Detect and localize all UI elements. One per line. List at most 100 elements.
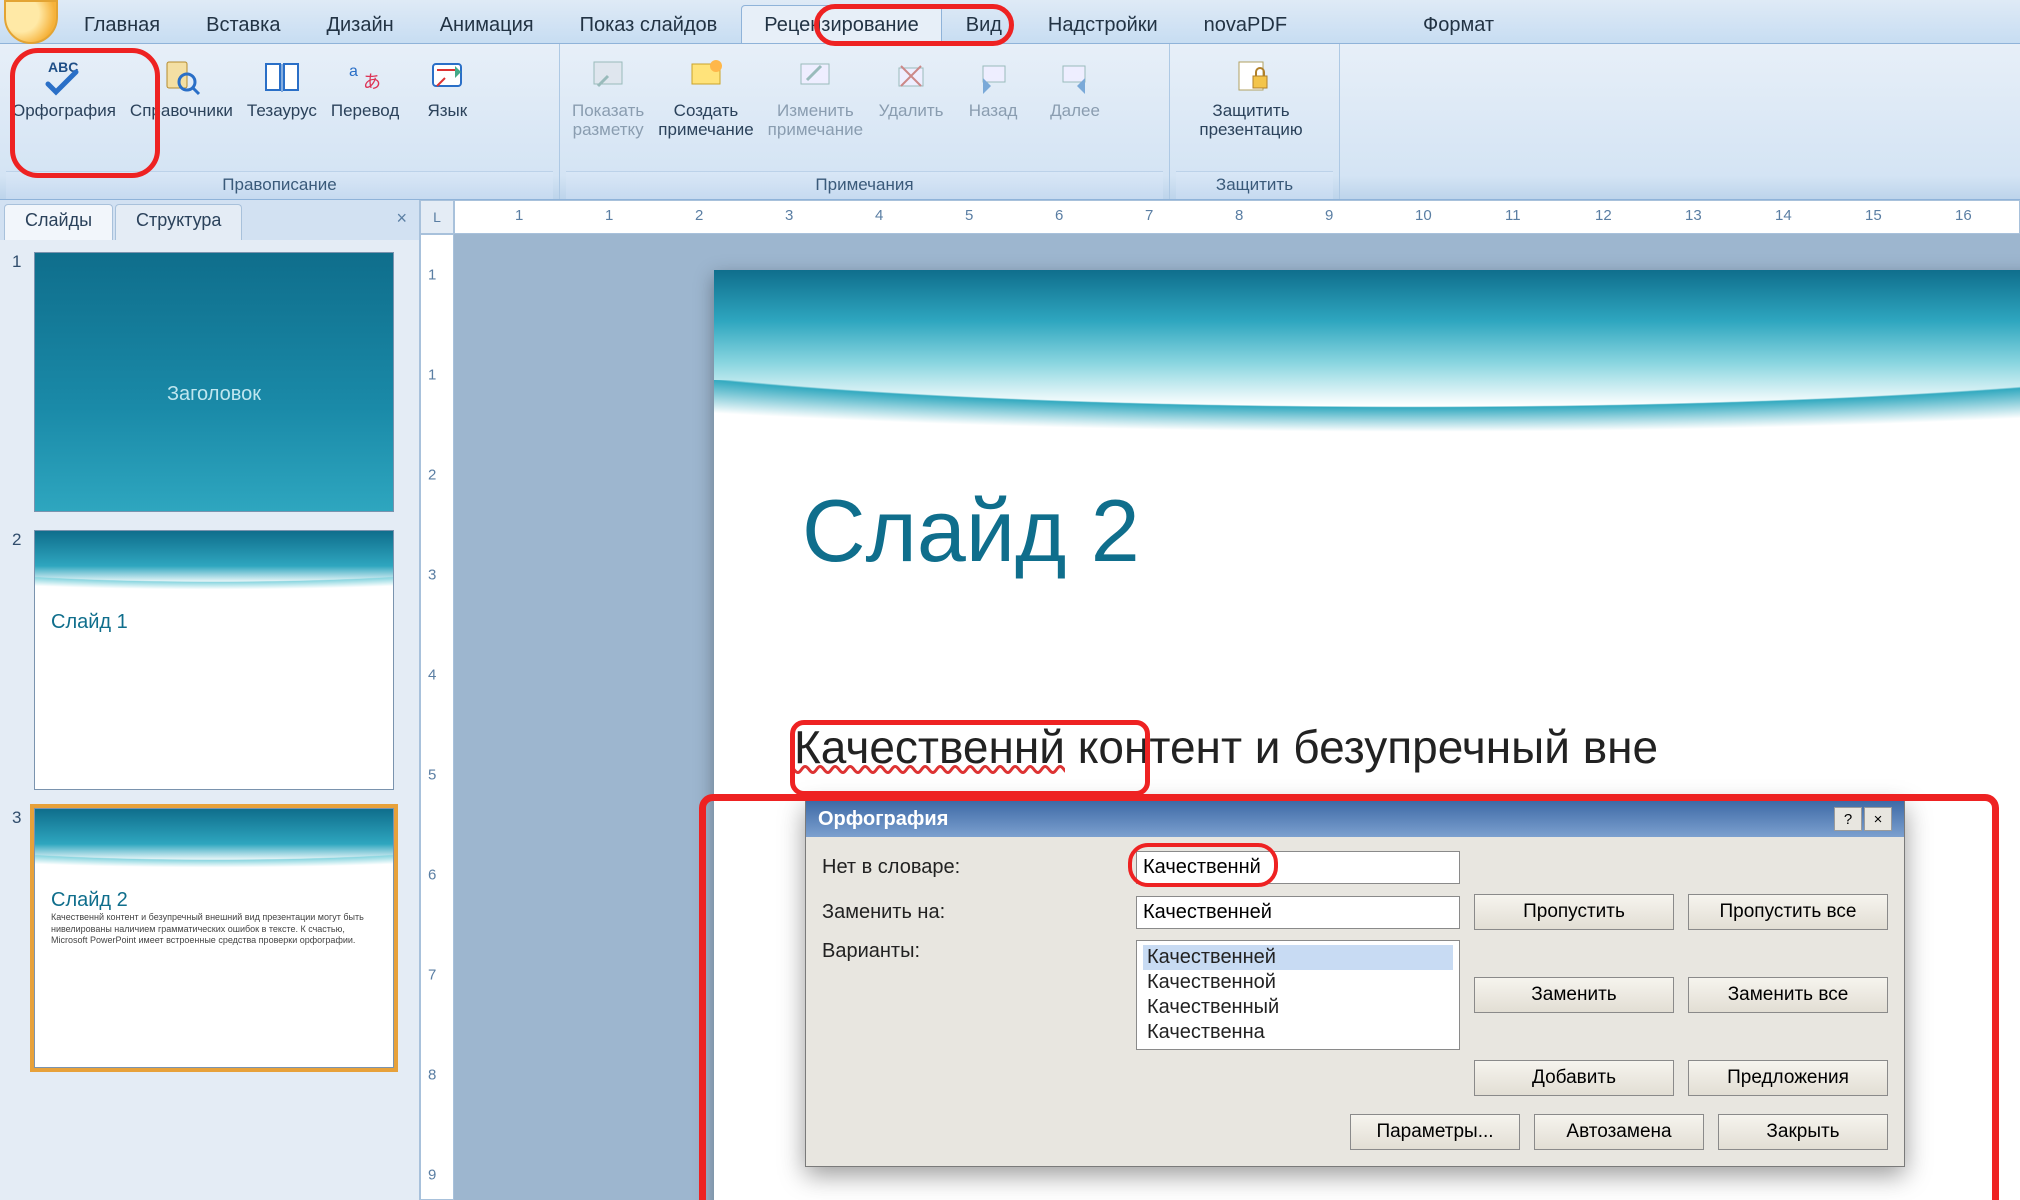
- suggestion-item[interactable]: Качественный: [1143, 995, 1453, 1020]
- dialog-titlebar[interactable]: Орфография ? ×: [806, 801, 1904, 837]
- thesaurus-label: Тезаурус: [247, 102, 317, 121]
- thumb-body: Качественнй контент и безупречный внешни…: [51, 912, 377, 947]
- ribbon-group-protect: Защитить презентацию Защитить: [1170, 44, 1340, 199]
- dialog-title: Орфография: [818, 808, 948, 831]
- svg-text:あ: あ: [363, 72, 381, 92]
- ribbon-tabbar: Главная Вставка Дизайн Анимация Показ сл…: [0, 0, 2020, 44]
- slide-thumbnail[interactable]: Слайд 1: [34, 530, 394, 790]
- thumb-number: 3: [12, 808, 21, 828]
- thumb-number: 1: [12, 252, 21, 272]
- thumb-title: Заголовок: [35, 323, 393, 416]
- slide-thumbnail[interactable]: Слайд 2 Качественнй контент и безупречны…: [34, 808, 394, 1068]
- slide-title[interactable]: Слайд 2: [802, 480, 1140, 582]
- ignore-all-button[interactable]: Пропустить все: [1688, 894, 1888, 930]
- autocorrect-button[interactable]: Автозамена: [1534, 1114, 1704, 1150]
- suggestion-item[interactable]: Качественна: [1143, 1020, 1453, 1045]
- thumb-number: 2: [12, 530, 21, 550]
- tab-home[interactable]: Главная: [62, 6, 182, 43]
- not-in-dict-label: Нет в словаре:: [822, 856, 1122, 879]
- slide-body-text[interactable]: Качественнй контент и безупречный вне: [794, 720, 2020, 774]
- prev-label: Назад: [969, 102, 1018, 121]
- add-button[interactable]: Добавить: [1474, 1060, 1674, 1096]
- thumb-title: Слайд 2 Качественнй контент и безупречны…: [35, 879, 393, 957]
- tab-addins[interactable]: Надстройки: [1026, 6, 1180, 43]
- edit-comment-button[interactable]: Изменить примечание: [762, 50, 869, 141]
- new-comment-button[interactable]: Создать примечание: [652, 50, 759, 141]
- close-button[interactable]: Закрыть: [1718, 1114, 1888, 1150]
- pane-tabs: Слайды Структура ×: [0, 200, 419, 240]
- protect-label: Защитить презентацию: [1199, 102, 1302, 139]
- tab-design[interactable]: Дизайн: [304, 6, 415, 43]
- suggest-button[interactable]: Предложения: [1688, 1060, 1888, 1096]
- pane-tab-outline[interactable]: Структура: [115, 204, 242, 240]
- show-markup-button[interactable]: Показать разметку: [566, 50, 650, 141]
- ribbon-group-comments: Показать разметку Создать примечание Изм…: [560, 44, 1170, 199]
- pane-close-icon[interactable]: ×: [388, 204, 415, 240]
- suggestion-item[interactable]: Качественней: [1143, 945, 1453, 970]
- prev-comment-button[interactable]: Назад: [953, 50, 1033, 141]
- tab-format[interactable]: Формат: [1401, 6, 1516, 43]
- new-comment-icon: [682, 54, 730, 98]
- tab-view[interactable]: Вид: [944, 6, 1024, 43]
- research-icon: [157, 54, 205, 98]
- suggestions-listbox[interactable]: КачественнейКачественнойКачественныйКаче…: [1136, 940, 1460, 1050]
- ruler-corner[interactable]: L: [420, 200, 454, 234]
- thumb-title: Слайд 1: [35, 601, 393, 644]
- dialog-help-icon[interactable]: ?: [1834, 807, 1862, 831]
- edit-comment-icon: [791, 54, 839, 98]
- thumbnails[interactable]: 1 Заголовок 2 Слайд 1 3 Слайд 2 Качестве…: [0, 240, 419, 1200]
- group-proofing-label: Правописание: [6, 171, 553, 199]
- spelling-button[interactable]: ABC Орфография: [6, 50, 122, 123]
- slide-thumbnail[interactable]: Заголовок: [34, 252, 394, 512]
- slide-body-rest: контент и безупречный вне: [1065, 721, 1658, 773]
- group-comments-label: Примечания: [566, 171, 1163, 199]
- next-icon: [1051, 54, 1099, 98]
- language-button[interactable]: Язык: [407, 50, 487, 123]
- spelling-label: Орфография: [12, 102, 116, 121]
- tab-insert[interactable]: Вставка: [184, 6, 302, 43]
- horizontal-ruler[interactable]: 11234567891011121314151617: [454, 200, 2020, 234]
- group-protect-label: Защитить: [1176, 171, 1333, 199]
- not-in-dict-field[interactable]: [1136, 851, 1460, 884]
- svg-text:a: a: [349, 63, 358, 80]
- research-label: Справочники: [130, 102, 233, 121]
- change-all-button[interactable]: Заменить все: [1688, 977, 1888, 1013]
- protect-button[interactable]: Защитить презентацию: [1176, 50, 1326, 141]
- edit-comment-label: Изменить примечание: [768, 102, 863, 139]
- abc-check-icon: ABC: [40, 54, 88, 98]
- tab-slideshow[interactable]: Показ слайдов: [558, 6, 740, 43]
- new-comment-label: Создать примечание: [658, 102, 753, 139]
- tab-review[interactable]: Рецензирование: [741, 5, 941, 43]
- options-button[interactable]: Параметры...: [1350, 1114, 1520, 1150]
- translate-icon: aあ: [341, 54, 389, 98]
- translate-button[interactable]: aあ Перевод: [325, 50, 405, 123]
- ignore-button[interactable]: Пропустить: [1474, 894, 1674, 930]
- suggestion-item[interactable]: Качественной: [1143, 970, 1453, 995]
- markup-icon: [584, 54, 632, 98]
- next-label: Далее: [1050, 102, 1100, 121]
- prev-icon: [969, 54, 1017, 98]
- ribbon-group-proofing: ABC Орфография Справочники Тезаурус aあ: [0, 44, 560, 199]
- lock-icon: [1227, 54, 1275, 98]
- dialog-close-icon[interactable]: ×: [1864, 807, 1892, 831]
- delete-label: Удалить: [879, 102, 944, 121]
- tab-animation[interactable]: Анимация: [418, 6, 556, 43]
- slides-pane: Слайды Структура × 1 Заголовок 2 Слайд 1…: [0, 200, 420, 1200]
- thesaurus-button[interactable]: Тезаурус: [241, 50, 323, 123]
- language-label: Язык: [427, 102, 467, 121]
- language-icon: [423, 54, 471, 98]
- ribbon: ABC Орфография Справочники Тезаурус aあ: [0, 44, 2020, 200]
- options-label: Варианты:: [822, 940, 1122, 963]
- slide-theme-header: [714, 270, 2020, 440]
- delete-comment-button[interactable]: Удалить: [871, 50, 951, 141]
- change-to-field[interactable]: [1136, 896, 1460, 929]
- misspelled-word[interactable]: Качественнй: [794, 721, 1065, 773]
- pane-tab-slides[interactable]: Слайды: [4, 204, 113, 240]
- next-comment-button[interactable]: Далее: [1035, 50, 1115, 141]
- book-icon: [258, 54, 306, 98]
- vertical-ruler[interactable]: 1123456789: [420, 234, 454, 1200]
- change-button[interactable]: Заменить: [1474, 977, 1674, 1013]
- research-button[interactable]: Справочники: [124, 50, 239, 123]
- spelling-dialog: Орфография ? × Нет в словаре: Заменить н…: [805, 800, 1905, 1167]
- tab-novapdf[interactable]: novaPDF: [1182, 6, 1309, 43]
